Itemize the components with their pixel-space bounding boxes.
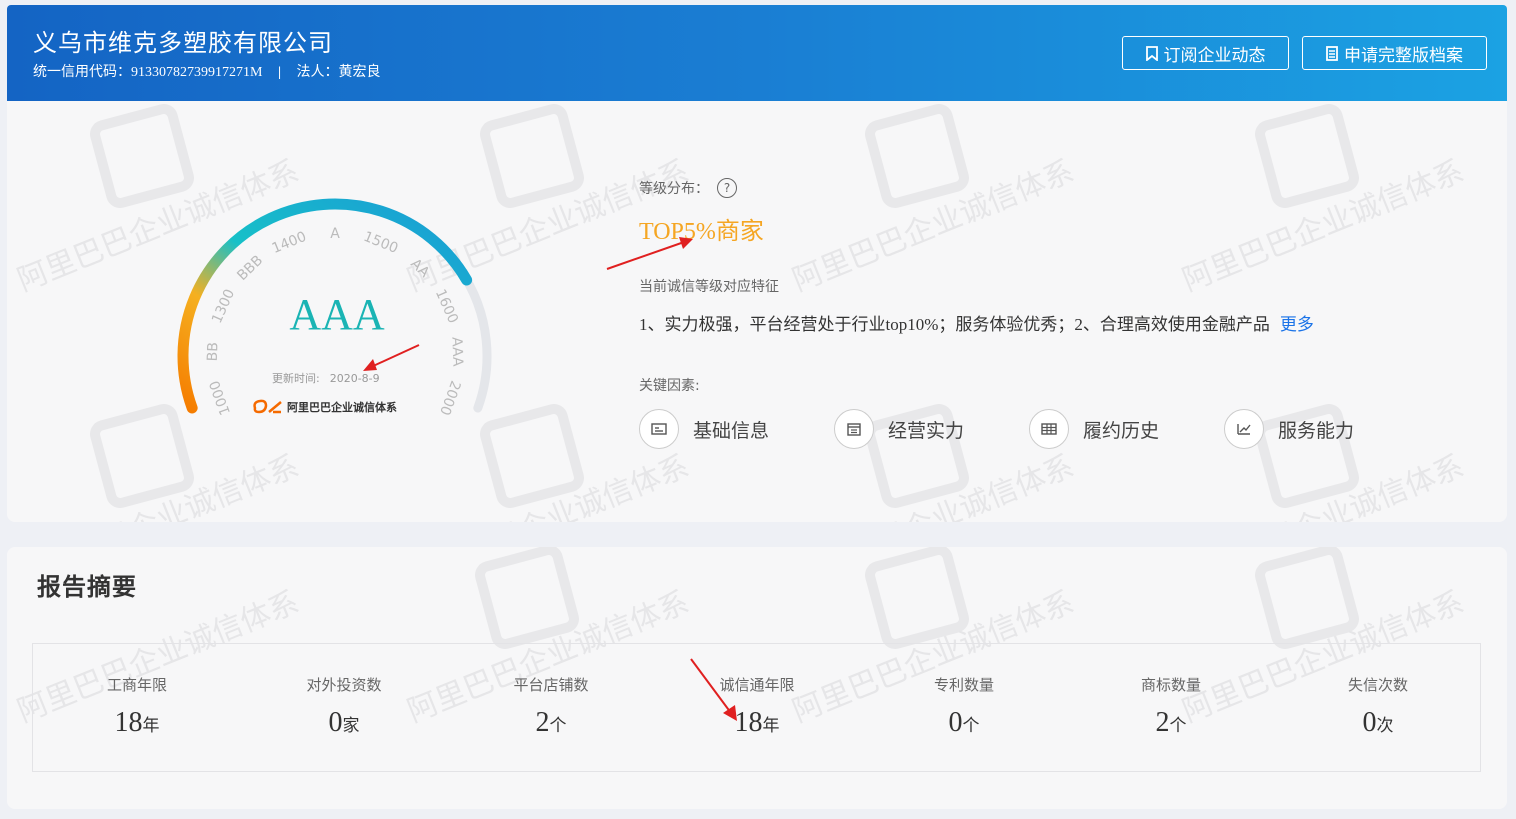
stat-unit: 次 <box>1376 716 1394 735</box>
update-label: 更新时间: <box>272 372 320 385</box>
id-card-icon <box>639 409 679 449</box>
gauge-scale-label: 1000 <box>207 378 234 417</box>
subscribe-button-label: 订阅企业动态 <box>1163 45 1266 66</box>
credit-code: 91330782739917271M <box>131 65 263 80</box>
factor-label: 服务能力 <box>1278 419 1355 442</box>
watermark-text: 阿里巴巴企业诚信体系 <box>787 153 1079 299</box>
apply-archive-button-label: 申请完整版档案 <box>1344 45 1463 66</box>
legal-person: 黄宏良 <box>338 65 381 80</box>
calendar-icon <box>834 409 874 449</box>
watermark-logo <box>861 101 973 212</box>
credit-code-label: 统一信用代码： <box>33 65 131 80</box>
alibaba-brand-text: 阿里巴巴企业诚信体系 <box>287 401 397 414</box>
distribution-value: TOP5%商家 <box>639 219 764 245</box>
divider: | <box>277 65 282 80</box>
bookmark-icon <box>1145 45 1158 61</box>
gauge-scale-label: 2000 <box>436 378 463 417</box>
gauge-scale-label: BBB <box>234 252 266 284</box>
subscribe-button[interactable]: 订阅企业动态 <box>1122 36 1289 70</box>
alibaba-logo-icon <box>253 399 282 414</box>
stat-unit: 个 <box>1169 716 1187 735</box>
stat-value: 0 <box>328 707 343 738</box>
factor-label: 经营实力 <box>888 419 965 442</box>
watermark-text: 阿里巴巴企业诚信体系 <box>1177 448 1469 522</box>
summary-title: 报告摘要 <box>37 575 137 601</box>
apply-archive-button[interactable]: 申请完整版档案 <box>1302 36 1487 70</box>
stat-label: 失信次数 <box>1347 676 1408 694</box>
update-time: 更新时间: 2020-8-9 <box>272 370 380 386</box>
trend-icon <box>1224 409 1264 449</box>
stat-label: 工商年限 <box>106 676 167 694</box>
factor-label: 基础信息 <box>693 419 770 442</box>
distribution-label-row: 等级分布： ? <box>639 178 737 198</box>
stat-label: 对外投资数 <box>306 676 382 694</box>
feature-text-row: 1、实力极强，平台经营处于行业top10%；服务体验优秀；2、合理高效使用金融产… <box>639 310 1314 335</box>
stat-unit: 年 <box>762 716 780 735</box>
stat-business-years: 工商年限 18年 <box>37 674 237 739</box>
watermark-text: 阿里巴巴企业诚信体系 <box>1177 153 1469 299</box>
factor-basic-info[interactable]: 基础信息 <box>639 409 769 449</box>
company-sub-info: 统一信用代码：91330782739917271M | 法人：黄宏良 <box>33 61 381 81</box>
alibaba-brand: 阿里巴巴企业诚信体系 <box>251 398 397 416</box>
document-icon <box>1326 45 1338 61</box>
stat-trustpass-years: 诚信通年限 18年 <box>657 674 857 739</box>
stat-value: 0 <box>1362 707 1377 738</box>
gauge-scale-label: BB <box>205 342 222 362</box>
company-name: 义乌市维克多塑胶有限公司 <box>33 29 333 57</box>
stat-label: 平台店铺数 <box>513 676 589 694</box>
factor-performance-history[interactable]: 履约历史 <box>1029 409 1159 449</box>
summary-stats: 工商年限 18年 对外投资数 0家 平台店铺数 2个 诚信通年限 18年 专利数… <box>32 643 1481 772</box>
gauge-scale-label: A <box>330 226 340 242</box>
rating-card: 阿里巴巴企业诚信体系 阿里巴巴企业诚信体系 阿里巴巴企业诚信体系 阿里巴巴企业诚… <box>7 101 1507 522</box>
watermark-logo <box>1251 101 1363 212</box>
watermark-logo <box>471 547 583 653</box>
distribution-label: 等级分布： <box>639 181 709 197</box>
factor-label: 履约历史 <box>1083 419 1160 442</box>
watermark-logo <box>861 547 973 653</box>
stat-value: 0 <box>948 707 963 738</box>
stat-label: 商标数量 <box>1140 676 1201 694</box>
more-link[interactable]: 更多 <box>1280 315 1314 334</box>
help-icon[interactable]: ? <box>717 178 737 198</box>
stat-label: 诚信通年限 <box>719 676 795 694</box>
feature-text: 1、实力极强，平台经营处于行业top10%；服务体验优秀；2、合理高效使用金融产… <box>639 315 1270 334</box>
gauge-scale-label: 1300 <box>209 287 238 326</box>
gauge-scale-label: 1600 <box>432 287 461 326</box>
feature-label: 当前诚信等级对应特征 <box>639 279 779 295</box>
stat-investments: 对外投资数 0家 <box>244 674 444 739</box>
factor-business-strength[interactable]: 经营实力 <box>834 409 964 449</box>
factor-service-ability[interactable]: 服务能力 <box>1224 409 1354 449</box>
stat-unit: 家 <box>342 716 360 735</box>
gauge-scale-label: AAA <box>448 337 465 367</box>
credit-gauge: 1000 BB 1300 BBB1400 A 1500 AA1600 AAA 2000 <box>177 198 492 417</box>
gauge-scale-label: 1500 <box>361 229 400 257</box>
watermark-logo <box>1251 547 1363 653</box>
stat-value: 18 <box>734 707 763 738</box>
stat-patents: 专利数量 0个 <box>864 674 1064 739</box>
stat-trademarks: 商标数量 2个 <box>1071 674 1271 739</box>
stat-shops: 平台店铺数 2个 <box>451 674 651 739</box>
stat-unit: 年 <box>142 716 160 735</box>
legal-label: 法人： <box>296 65 339 80</box>
gauge-scale-label: 1400 <box>270 229 309 257</box>
stat-value: 2 <box>1155 707 1170 738</box>
report-summary-card: 阿里巴巴企业诚信体系 阿里巴巴企业诚信体系 阿里巴巴企业诚信体系 阿里巴巴企业诚… <box>7 547 1507 809</box>
stat-unit: 个 <box>962 716 980 735</box>
stat-label: 专利数量 <box>933 676 994 694</box>
watermark-text: 阿里巴巴企业诚信体系 <box>787 448 1079 522</box>
stat-value: 18 <box>114 707 143 738</box>
stat-dishonest-count: 失信次数 0次 <box>1278 674 1478 739</box>
credit-grade: AAA <box>289 290 385 339</box>
update-date: 2020-8-9 <box>329 372 380 385</box>
gauge-scale-label: AA <box>407 256 432 281</box>
stat-unit: 个 <box>549 716 567 735</box>
table-icon <box>1029 409 1069 449</box>
company-header: 义乌市维克多塑胶有限公司 统一信用代码：91330782739917271M |… <box>7 5 1507 101</box>
factors-label: 关键因素: <box>639 378 700 394</box>
stat-value: 2 <box>535 707 550 738</box>
